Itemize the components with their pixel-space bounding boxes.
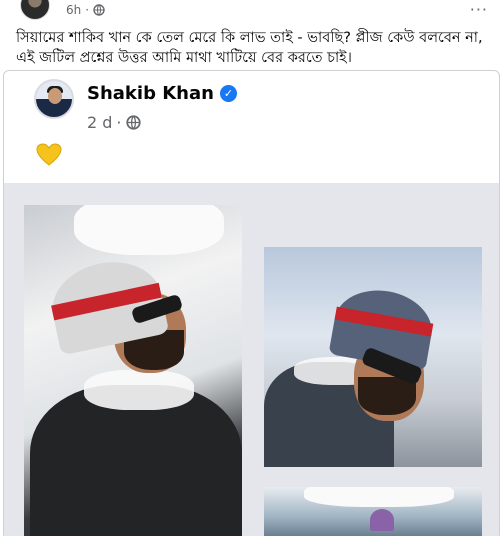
photo-collage [4, 183, 499, 536]
poster-avatar[interactable] [20, 0, 50, 20]
yellow-heart-icon [36, 143, 62, 166]
post-meta: 6h · [66, 3, 105, 17]
globe-icon [93, 4, 105, 16]
shared-post-age[interactable]: 2 d [87, 113, 112, 132]
shared-post-meta: 2 d · [87, 113, 141, 132]
verified-badge-icon: ✓ [219, 85, 237, 102]
photo-second[interactable] [264, 247, 482, 467]
shared-post-card[interactable]: Shakib Khan ✓ 2 d · [3, 70, 500, 536]
globe-icon [125, 115, 141, 130]
photo-third[interactable] [264, 487, 482, 536]
post-text: সিয়ামের শাকিব খান কে তেল মেরে কি লাভ তা… [16, 30, 483, 66]
post-menu-button[interactable]: ··· [470, 0, 488, 19]
shared-author-name[interactable]: Shakib Khan [87, 83, 214, 104]
meta-separator: · [116, 113, 122, 132]
post-time[interactable]: 6h [66, 3, 81, 17]
photo-main[interactable] [24, 205, 242, 536]
shared-author-avatar[interactable] [34, 79, 74, 119]
post-header: 6h · ··· [0, 0, 500, 22]
shared-author-name-row: Shakib Khan ✓ [87, 83, 237, 104]
